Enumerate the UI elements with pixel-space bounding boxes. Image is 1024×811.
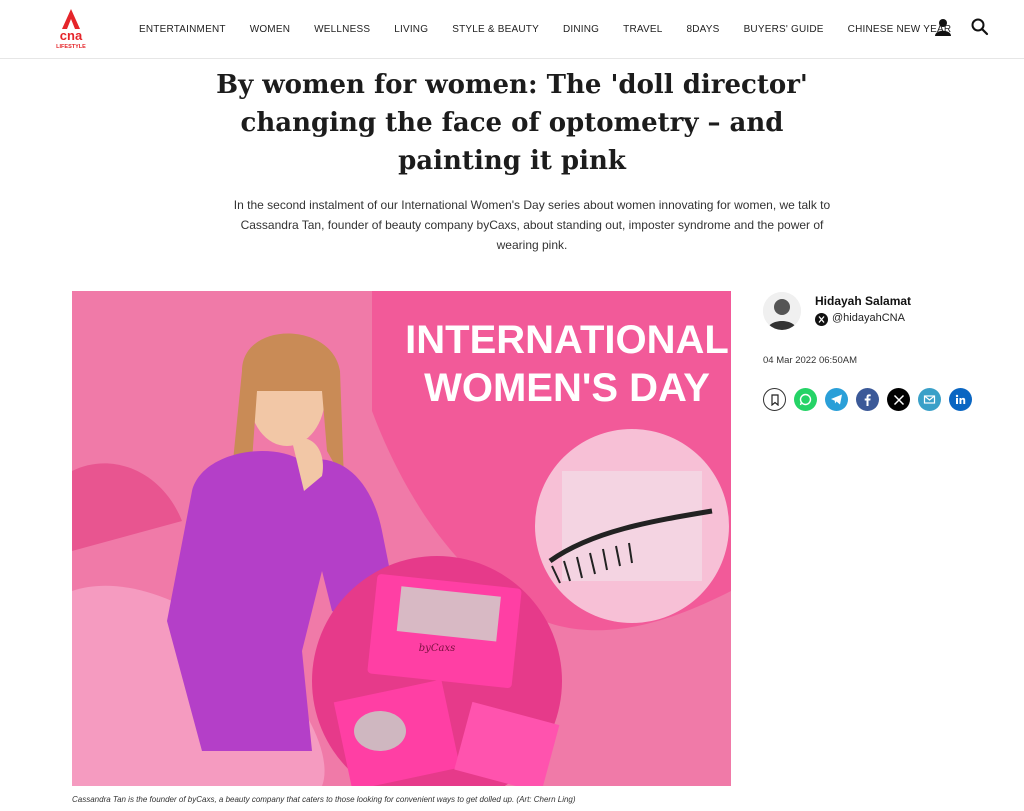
hero-caption: Cassandra Tan is the founder of byCaxs, … xyxy=(72,795,576,804)
nav-wellness[interactable]: WELLNESS xyxy=(314,24,370,35)
main-nav: ENTERTAINMENT WOMEN WELLNESS LIVING STYL… xyxy=(139,0,951,58)
bookmark-button[interactable] xyxy=(763,388,786,411)
author-x-icon[interactable] xyxy=(815,313,828,326)
nav-living[interactable]: LIVING xyxy=(394,24,428,35)
facebook-button[interactable] xyxy=(856,388,879,411)
user-icon[interactable] xyxy=(933,17,953,37)
hero-illustration: INTERNATIONAL WOMEN'S DAY byCaxs xyxy=(72,291,731,786)
nav-buyers-guide[interactable]: BUYERS' GUIDE xyxy=(744,24,824,35)
linkedin-button[interactable] xyxy=(949,388,972,411)
hero-image[interactable]: INTERNATIONAL WOMEN'S DAY byCaxs xyxy=(72,291,731,786)
nav-travel[interactable]: TRAVEL xyxy=(623,24,662,35)
x-icon xyxy=(893,394,904,405)
author-avatar[interactable] xyxy=(763,292,801,330)
search-icon[interactable] xyxy=(970,17,990,37)
nav-style-beauty[interactable]: STYLE & BEAUTY xyxy=(452,24,539,35)
linkedin-icon xyxy=(955,394,966,404)
x-button[interactable] xyxy=(887,388,910,411)
hero-title-line2: WOMEN'S DAY xyxy=(424,366,710,410)
facebook-icon xyxy=(864,394,871,406)
hero-title-line1: INTERNATIONAL xyxy=(405,318,729,362)
author-name[interactable]: Hidayah Salamat xyxy=(815,294,911,308)
nav-dining[interactable]: DINING xyxy=(563,24,599,35)
publish-date: 04 Mar 2022 06:50AM xyxy=(763,355,858,366)
logo-text: cna xyxy=(60,28,83,43)
email-icon xyxy=(923,395,936,404)
telegram-icon xyxy=(831,394,842,405)
hero-box-brand: byCaxs xyxy=(419,643,455,654)
share-bar xyxy=(763,388,972,411)
telegram-button[interactable] xyxy=(825,388,848,411)
email-button[interactable] xyxy=(918,388,941,411)
site-header: cna LIFESTYLE ENTERTAINMENT WOMEN WELLNE… xyxy=(0,0,1024,59)
nav-8days[interactable]: 8DAYS xyxy=(687,24,720,35)
cna-logo[interactable]: cna LIFESTYLE xyxy=(53,7,89,51)
nav-women[interactable]: WOMEN xyxy=(250,24,290,35)
author-handle[interactable]: @hidayahCNA xyxy=(832,312,905,324)
article-standfirst: In the second instalment of our Internat… xyxy=(233,198,831,252)
whatsapp-button[interactable] xyxy=(794,388,817,411)
logo-sub: LIFESTYLE xyxy=(56,44,86,50)
whatsapp-icon xyxy=(799,393,812,406)
nav-entertainment[interactable]: ENTERTAINMENT xyxy=(139,24,226,35)
bookmark-icon xyxy=(770,393,779,406)
article-headline: By women for women: The 'doll director' … xyxy=(216,70,808,176)
